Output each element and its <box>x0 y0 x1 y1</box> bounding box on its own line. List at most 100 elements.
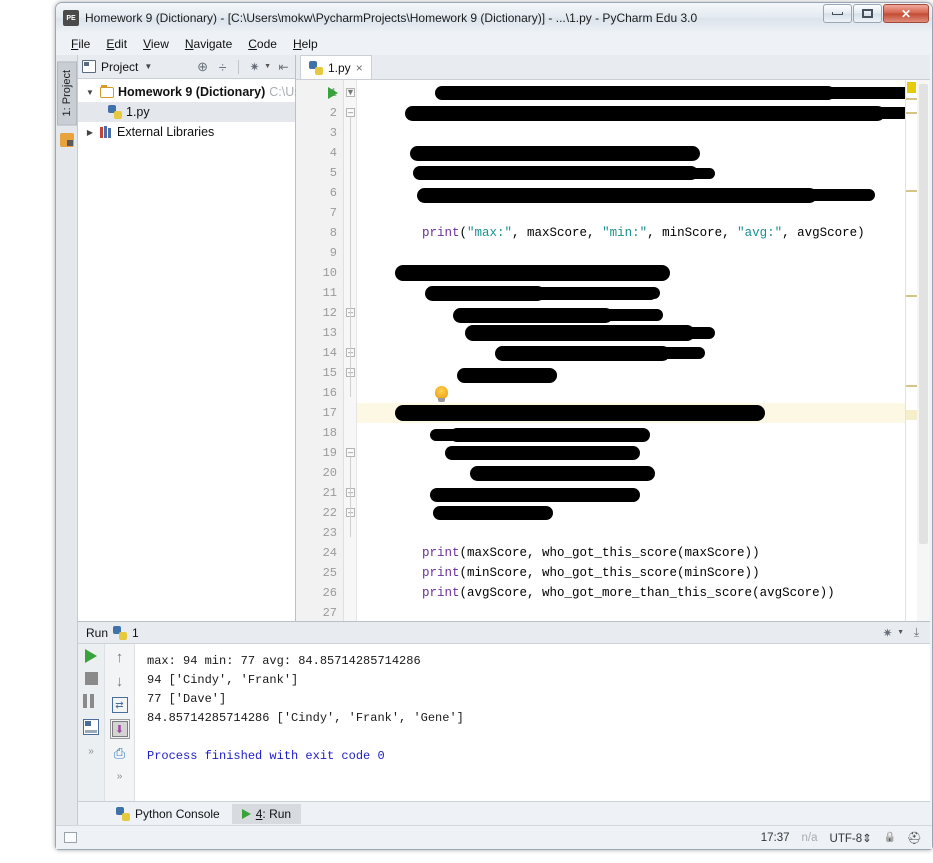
maximize-button[interactable] <box>853 4 882 23</box>
warning-stripe-marker[interactable] <box>906 295 917 297</box>
bottom-tab-run[interactable]: 4: Run <box>231 803 302 824</box>
fold-toggle-icon[interactable]: – <box>346 108 355 117</box>
line-number: 16 <box>322 386 337 400</box>
inspection-status-marker[interactable] <box>907 82 916 93</box>
sidebar-tab-project[interactable]: 1: Project <box>56 61 77 126</box>
scroll-up-icon[interactable] <box>112 649 128 665</box>
locate-icon[interactable] <box>195 59 210 74</box>
scroll-to-end-icon[interactable] <box>109 719 130 739</box>
close-button[interactable]: ✕ <box>883 4 929 23</box>
toolbar-separator <box>238 59 240 74</box>
line-number: 23 <box>322 526 337 540</box>
redaction-stroke <box>467 369 557 381</box>
scrollbar-thumb[interactable] <box>919 84 928 544</box>
menu-edit[interactable]: Edit <box>99 35 134 53</box>
code-line[interactable]: print(avgScore, who_got_more_than_this_s… <box>422 583 835 603</box>
tree-item-homework9[interactable]: ▼ Homework 9 (Dictionary) C:\Us <box>78 82 300 102</box>
line-number: 26 <box>322 586 337 600</box>
menu-navigate[interactable]: Navigate <box>178 35 239 53</box>
pause-icon[interactable] <box>83 694 99 710</box>
chevron-down-icon[interactable]: ▼ <box>897 629 904 636</box>
left-tool-window-bar: 1: Project <box>56 55 78 825</box>
folder-icon <box>100 86 114 98</box>
fold-region-line <box>350 317 351 377</box>
hide-panel-icon[interactable]: ⤓ <box>909 625 924 640</box>
run-panel-body: » » max: 94 min: 77 avg: 84.857142857142… <box>78 644 930 801</box>
more-actions-icon[interactable]: » <box>83 744 99 760</box>
line-number: 19 <box>322 446 337 460</box>
settings-gear-icon[interactable] <box>247 59 262 74</box>
line-number: 22 <box>322 506 337 520</box>
code-line[interactable]: print(maxScore, who_got_this_score(maxSc… <box>422 543 760 563</box>
redaction-stroke <box>505 347 705 359</box>
fold-region-line <box>350 377 351 397</box>
redaction-stroke <box>515 167 715 179</box>
warning-stripe-marker[interactable] <box>906 112 917 114</box>
status-bar: 17:37 n/a UTF-8⇕ ⛑ <box>56 825 932 849</box>
redaction-stroke <box>430 429 545 441</box>
bottom-tool-window-tabs: Python Console 4: Run <box>78 801 930 825</box>
python-file-icon <box>309 60 323 75</box>
chevron-down-icon[interactable]: ▼ <box>84 88 96 97</box>
scroll-down-icon[interactable] <box>112 673 128 689</box>
settings-gear-icon[interactable] <box>880 625 895 640</box>
menu-help[interactable]: Help <box>286 35 325 53</box>
close-icon[interactable]: × <box>356 61 363 75</box>
run-gutter-icon[interactable] <box>328 87 338 99</box>
code-line[interactable]: print(minScore, who_got_this_score(minSc… <box>422 563 760 583</box>
code-line[interactable]: print("max:", maxScore, "min:", minScore… <box>422 223 865 243</box>
chevron-right-icon[interactable]: ▶ <box>84 128 96 137</box>
editor-area: 1.py × 1 2 3 4 5 6 7 8 9 10 11 12 13 14 15 16 17 18 19 20 21… <box>296 55 930 621</box>
status-encoding[interactable]: UTF-8⇕ <box>830 831 872 845</box>
fold-region-line <box>350 117 351 317</box>
minimize-button[interactable] <box>823 4 852 23</box>
project-tool-window: Project ▼ ▼ ▼ <box>78 55 301 621</box>
stop-icon[interactable] <box>84 672 98 685</box>
intention-bulb-icon[interactable] <box>435 386 448 402</box>
editor-canvas[interactable]: 1 2 3 4 5 6 7 8 9 10 11 12 13 14 15 16 17 18 19 20 21 22 23 24 2… <box>296 80 930 621</box>
error-stripe-marker-gutter[interactable] <box>905 80 917 621</box>
hector-hat-icon[interactable]: ⛑ <box>907 831 922 845</box>
console-output-line: Process finished with exit code 0 <box>147 749 385 763</box>
console-output-line: 77 ['Dave'] <box>147 692 227 706</box>
soft-wrap-icon[interactable] <box>111 697 128 713</box>
line-number: 9 <box>329 246 337 260</box>
warning-stripe-marker[interactable] <box>906 385 917 387</box>
menu-file[interactable]: File <box>64 35 97 53</box>
chevron-down-icon[interactable]: ▼ <box>264 63 271 70</box>
tree-item-external-libraries[interactable]: ▶ External Libraries <box>78 122 295 142</box>
line-number: 2 <box>329 106 337 120</box>
tree-item-1py[interactable]: 1.py <box>78 102 295 122</box>
line-number: 15 <box>322 366 337 380</box>
code-folding-gutter[interactable]: ▼––––––– <box>344 80 357 621</box>
line-number: 24 <box>322 546 337 560</box>
chevron-down-icon[interactable]: ▼ <box>144 62 152 71</box>
structure-icon[interactable] <box>59 133 74 148</box>
show-console-icon[interactable] <box>83 719 99 735</box>
collapse-all-icon[interactable] <box>215 59 230 74</box>
project-tree: ▼ Homework 9 (Dictionary) C:\Us 1.py ▶ E… <box>78 79 301 142</box>
fold-toggle-icon[interactable]: ▼ <box>346 88 355 97</box>
hide-panel-icon[interactable] <box>276 59 291 74</box>
rerun-icon[interactable] <box>85 649 97 663</box>
menu-view[interactable]: View <box>136 35 176 53</box>
editor-tab-1py[interactable]: 1.py × <box>300 55 372 79</box>
line-number: 11 <box>322 286 337 300</box>
editor-vertical-scrollbar[interactable] <box>917 80 930 621</box>
code-text-area[interactable]: print("max:", maxScore, "min:", minScore… <box>357 80 905 621</box>
print-icon[interactable] <box>112 745 128 761</box>
lock-icon[interactable] <box>884 832 895 844</box>
run-panel-header: Run 1 ▼ ⤓ <box>78 622 930 644</box>
menu-code[interactable]: Code <box>241 35 284 53</box>
warning-stripe-marker[interactable] <box>906 190 917 192</box>
window-body: 1: Project Project ▼ ⊕ ÷ ✷ ▼ ⇤ ▼ Homewor… <box>56 55 932 825</box>
status-indicator-box[interactable] <box>64 832 77 843</box>
warning-stripe-marker[interactable] <box>906 98 917 100</box>
bottom-tab-python-console[interactable]: Python Console <box>106 804 230 824</box>
fold-toggle-icon[interactable]: – <box>346 448 355 457</box>
more-actions-icon[interactable]: » <box>112 769 128 785</box>
fold-region-line <box>350 517 351 537</box>
line-number: 4 <box>329 146 337 160</box>
console-output[interactable]: max: 94 min: 77 avg: 84.85714285714286 94… <box>135 644 930 801</box>
redaction-stroke <box>453 489 603 501</box>
